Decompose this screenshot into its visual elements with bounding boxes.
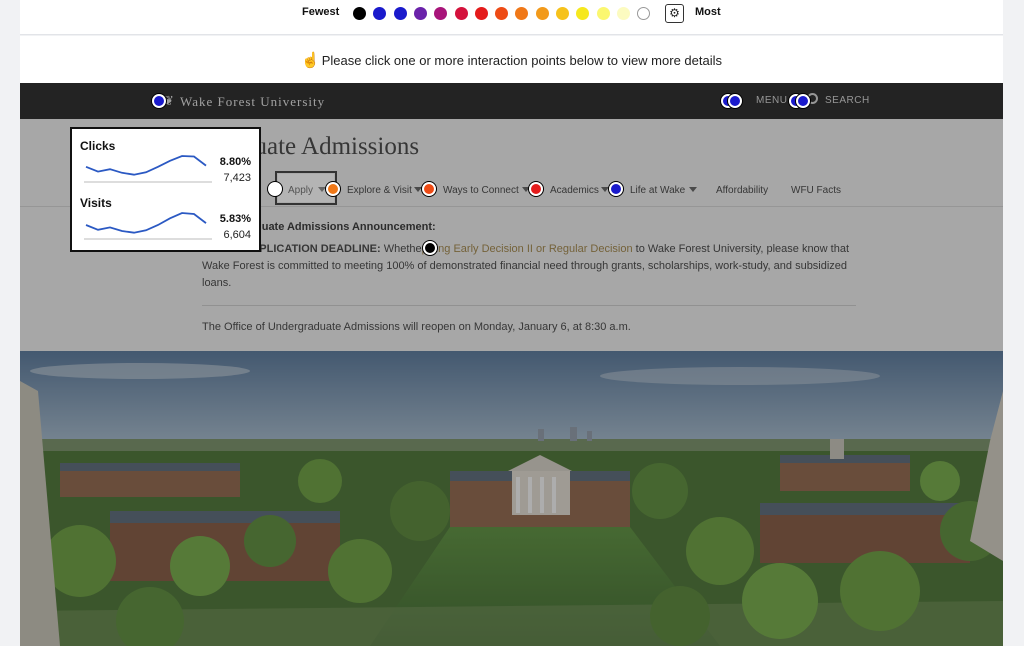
nav-academics[interactable]: Academics [550, 185, 599, 196]
reopen-notice: The Office of Undergraduate Admissions w… [202, 321, 631, 333]
nav-explore-visit[interactable]: Explore & Visit [347, 185, 412, 196]
legend-color-dot [413, 7, 427, 20]
nav-wfu-facts[interactable]: WFU Facts [791, 185, 841, 196]
legend-color-dot [616, 7, 630, 20]
search-link[interactable]: SEARCH [825, 95, 870, 106]
nav-ways-to-connect[interactable]: Ways to Connect [443, 185, 519, 196]
heatmap-legend: Fewest ⚙ Most [20, 0, 1003, 35]
nav-life-at-wake[interactable]: Life at Wake [630, 185, 685, 196]
visits-count: 6,604 [223, 229, 251, 241]
deadline-label: APPLICATION DEADLINE: [244, 243, 381, 255]
legend-color-dot [576, 7, 590, 20]
announcement-title: duate Admissions Announcement: [255, 221, 436, 233]
interaction-point-menu-2[interactable] [728, 94, 742, 108]
legend-color-dot [393, 7, 407, 20]
chevron-down-icon[interactable] [689, 187, 697, 192]
legend-color-dot [556, 7, 569, 20]
clicks-sparkline [84, 155, 212, 183]
announcement-text: APPLICATION DEADLINE: Whetheplying Early… [202, 243, 850, 289]
legend-color-dot [535, 7, 549, 20]
clicks-percent: 8.80% [219, 156, 251, 168]
pointer-hand-icon: ☝ [301, 52, 320, 69]
legend-color-dot [434, 7, 448, 20]
interaction-point-life-at-wake[interactable] [609, 182, 623, 196]
gear-icon[interactable]: ⚙ [665, 4, 684, 23]
chevron-down-icon[interactable] [601, 187, 609, 192]
interaction-point-decision-link[interactable] [423, 241, 437, 255]
visits-sparkline [84, 212, 212, 240]
legend-color-dot [637, 7, 651, 20]
interaction-point-apply[interactable] [268, 182, 282, 196]
interaction-point-academics[interactable] [529, 182, 543, 196]
decision-link[interactable]: plying Early Decision II or Regular Deci… [422, 243, 633, 255]
stats-popup: Clicks 8.80% 7,423 Visits 5.83% 6,604 [70, 127, 261, 252]
site-header: ❦ Wake Forest University MENU SEARCH [20, 83, 1003, 119]
page-title: duate Admissions [242, 133, 420, 160]
interaction-point-ways-to-connect[interactable] [422, 182, 436, 196]
menu-link[interactable]: MENU [756, 95, 787, 106]
nav-affordability[interactable]: Affordability [716, 185, 768, 196]
site-logo[interactable]: Wake Forest University [180, 94, 325, 110]
legend-color-dot [495, 7, 509, 20]
legend-color-dot [373, 7, 387, 20]
legend-fewest-label: Fewest [302, 6, 340, 18]
instruction-bar: ☝ Please click one or more interaction po… [20, 36, 1003, 83]
chevron-down-icon[interactable] [414, 187, 422, 192]
legend-color-dot [474, 7, 488, 20]
interaction-point-explore-visit[interactable] [326, 182, 340, 196]
clicks-count: 7,423 [223, 172, 251, 184]
interaction-point-logo[interactable] [152, 94, 166, 108]
legend-color-dot [515, 7, 529, 20]
campus-photo [20, 351, 1003, 646]
instruction-text: Please click one or more interaction poi… [321, 53, 722, 68]
interaction-point-search-2[interactable] [796, 94, 810, 108]
legend-most-label: Most [695, 6, 721, 18]
legend-color-dot [454, 7, 468, 20]
legend-color-dot [596, 7, 610, 20]
legend-color-dot [353, 7, 366, 20]
visits-percent: 5.83% [219, 213, 251, 225]
divider [202, 305, 856, 306]
